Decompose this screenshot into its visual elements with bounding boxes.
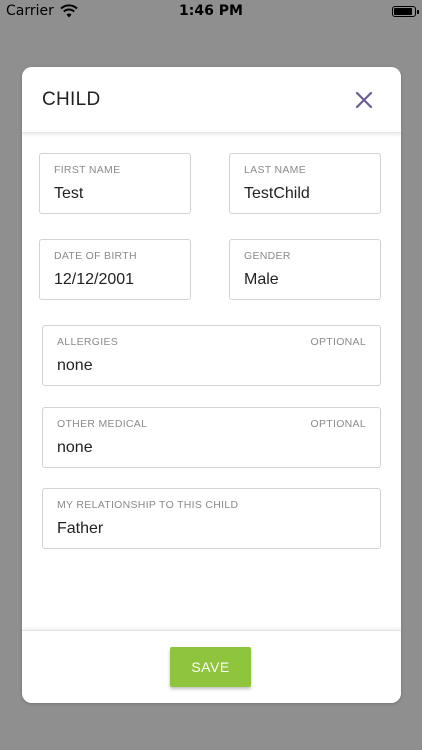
date-of-birth-field[interactable]: DATE OF BIRTH 12/12/2001 [39,239,191,300]
gender-label: GENDER [244,250,291,262]
relationship-label: MY RELATIONSHIP TO THIS CHILD [57,499,239,511]
gender-value[interactable]: Male [244,271,279,289]
child-modal: CHILD FIRST NAME Test LAST NAME TestChil… [22,67,401,703]
relationship-value[interactable]: Father [57,520,103,538]
status-time: 1:46 PM [179,3,243,19]
modal-footer: SAVE [22,630,401,703]
allergies-value[interactable]: none [57,357,93,375]
last-name-label: LAST NAME [244,164,307,176]
allergies-field[interactable]: ALLERGIES OPTIONAL none [42,325,381,386]
other-medical-label: OTHER MEDICAL [57,418,148,430]
allergies-optional-label: OPTIONAL [310,336,366,348]
first-name-value[interactable]: Test [54,185,83,203]
other-medical-optional-label: OPTIONAL [310,418,366,430]
first-name-label: FIRST NAME [54,164,121,176]
last-name-field[interactable]: LAST NAME TestChild [229,153,381,214]
close-icon [355,91,373,109]
relationship-field[interactable]: MY RELATIONSHIP TO THIS CHILD Father [42,488,381,549]
modal-title: CHILD [42,89,101,110]
other-medical-value[interactable]: none [57,439,93,457]
date-of-birth-label: DATE OF BIRTH [54,250,137,262]
other-medical-field[interactable]: OTHER MEDICAL OPTIONAL none [42,407,381,468]
allergies-label: ALLERGIES [57,336,119,348]
date-of-birth-value[interactable]: 12/12/2001 [54,271,134,289]
gender-field[interactable]: GENDER Male [229,239,381,300]
close-button[interactable] [351,87,377,113]
status-bar: Carrier 1:46 PM [0,0,422,22]
save-button[interactable]: SAVE [170,647,251,687]
first-name-field[interactable]: FIRST NAME Test [39,153,191,214]
modal-header: CHILD [22,67,401,133]
last-name-value[interactable]: TestChild [244,185,310,203]
battery-icon [392,6,419,17]
